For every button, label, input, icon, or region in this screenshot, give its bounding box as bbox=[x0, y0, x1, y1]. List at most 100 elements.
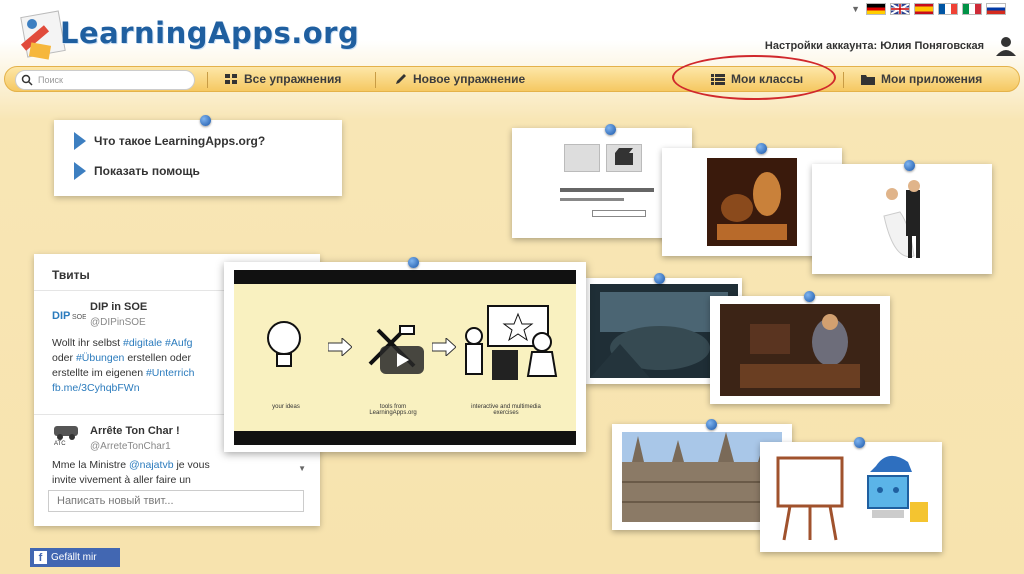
video-caption: your ideas bbox=[272, 404, 300, 410]
kids-icon bbox=[465, 305, 558, 380]
scroll-down-icon[interactable]: ▼ bbox=[298, 464, 306, 473]
tweet-text: Wollt ihr selbst #digitale #Aufg oder #Ü… bbox=[52, 336, 252, 396]
tweet-text-line: erstellen oder bbox=[124, 352, 191, 364]
flag-de-icon[interactable] bbox=[866, 3, 886, 15]
all-exercises-button[interactable]: Все упражнения bbox=[225, 72, 341, 86]
logo-text: LearningApps.org bbox=[60, 16, 360, 50]
language-selector[interactable]: ▼ bbox=[851, 3, 1006, 15]
search-icon bbox=[21, 74, 33, 86]
flag-it-icon[interactable] bbox=[962, 3, 982, 15]
tweet-link[interactable]: fb.me/3CyhqbFWn bbox=[52, 381, 252, 396]
tweet-author-name: Arrête Ton Char ! bbox=[90, 425, 180, 437]
arrow-right-icon bbox=[328, 338, 352, 356]
highlight-circle bbox=[672, 55, 836, 100]
play-button[interactable] bbox=[380, 346, 424, 374]
intro-video-player[interactable]: your ideas tools from LearningApps.org i… bbox=[224, 262, 586, 452]
video-caption: tools from LearningApps.org bbox=[369, 404, 417, 416]
tweet-text-line: Mme la Ministre bbox=[52, 459, 130, 471]
toolbar-divider bbox=[375, 72, 376, 88]
painting-thumbnail bbox=[720, 304, 880, 396]
tweet-text-line: je vous bbox=[173, 459, 210, 471]
hashtag-link[interactable]: #Übungen bbox=[76, 352, 124, 364]
play-arrow-icon bbox=[74, 132, 86, 150]
mention-link[interactable]: @najatvb bbox=[129, 459, 174, 471]
tweet-author-handle: @ArreteTonChar1 bbox=[90, 441, 171, 452]
tweet-text-line: erstellte im eigenen bbox=[52, 367, 146, 379]
tweet-author[interactable]: Arrête Ton Char ! @ArreteTonChar1 bbox=[90, 424, 180, 454]
user-icon[interactable] bbox=[994, 36, 1018, 56]
tweet-text-line: oder bbox=[52, 352, 76, 364]
image-icon bbox=[564, 144, 600, 172]
atc-avatar: ATC bbox=[54, 426, 78, 446]
tweet-text-line: Wollt ihr selbst bbox=[52, 337, 123, 349]
svg-text:SOE: SOE bbox=[72, 314, 86, 321]
main-toolbar: Поиск Все упражнения Новое упражнение Мо… bbox=[4, 66, 1020, 92]
flag-ru-icon[interactable] bbox=[986, 3, 1006, 15]
facebook-like-label: Gefällt mir bbox=[51, 552, 97, 563]
hashtag-link[interactable]: #digitale #Aufg bbox=[123, 337, 192, 349]
dancers-thumbnail bbox=[864, 176, 944, 262]
facebook-icon: f bbox=[34, 551, 47, 564]
video-screen: your ideas tools from LearningApps.org i… bbox=[234, 270, 576, 445]
search-input[interactable]: Поиск bbox=[15, 70, 195, 90]
arrow-right-icon bbox=[432, 338, 456, 356]
toolbar-divider bbox=[843, 72, 844, 88]
my-apps-button[interactable]: Мои приложения bbox=[861, 72, 982, 86]
video-letterbox bbox=[234, 270, 576, 284]
new-exercise-label: Новое упражнение bbox=[413, 72, 526, 86]
toolbar-divider bbox=[207, 72, 208, 88]
pin-icon bbox=[904, 160, 915, 171]
logo[interactable]: LearningApps.org bbox=[18, 6, 360, 64]
app-thumbnail[interactable] bbox=[710, 296, 890, 404]
show-help-link[interactable]: Показать помощь bbox=[74, 162, 200, 180]
flag-es-icon[interactable] bbox=[914, 3, 934, 15]
chevron-down-icon[interactable]: ▼ bbox=[851, 4, 860, 14]
tweet-text: Mme la Ministre @najatvb je vous invite … bbox=[52, 458, 292, 486]
cathedral-thumbnail bbox=[622, 432, 782, 522]
play-arrow-icon bbox=[74, 162, 86, 180]
video-letterbox bbox=[234, 431, 576, 445]
video-caption: interactive and multimedia exercises bbox=[471, 404, 541, 416]
svg-text:ATC: ATC bbox=[54, 441, 66, 446]
classroom-clipart-thumbnail bbox=[770, 448, 936, 548]
help-panel: Что такое LearningApps.org? Показать пом… bbox=[54, 120, 342, 196]
play-icon bbox=[397, 353, 409, 367]
what-is-link[interactable]: Что такое LearningApps.org? bbox=[74, 132, 265, 150]
grid-icon bbox=[225, 73, 237, 84]
pin-icon bbox=[200, 115, 211, 126]
tweet-author-name: DIP in SOE bbox=[90, 301, 148, 313]
pin-icon bbox=[408, 257, 419, 268]
app-thumbnail[interactable] bbox=[760, 442, 942, 552]
input-preview bbox=[592, 210, 646, 217]
progress-bar bbox=[560, 198, 624, 201]
progress-bar bbox=[560, 188, 654, 192]
hashtag-link[interactable]: #Unterrich bbox=[146, 367, 194, 379]
dip-avatar: DIP SOE bbox=[52, 310, 86, 322]
app-thumbnail[interactable] bbox=[812, 164, 992, 274]
svg-text:DIP: DIP bbox=[52, 310, 70, 322]
pin-icon bbox=[804, 291, 815, 302]
pin-icon bbox=[706, 419, 717, 430]
pencil-icon bbox=[396, 74, 406, 84]
pin-icon bbox=[605, 124, 616, 135]
pin-icon bbox=[756, 143, 767, 154]
facebook-like-button[interactable]: f Gefällt mir bbox=[30, 548, 120, 567]
lightbulb-icon bbox=[267, 321, 301, 367]
painting-thumbnail bbox=[707, 158, 797, 246]
pin-icon bbox=[654, 273, 665, 284]
folder-icon bbox=[861, 74, 875, 85]
tweets-title: Твиты bbox=[52, 268, 90, 282]
flag-en-icon[interactable] bbox=[890, 3, 910, 15]
show-help-label: Показать помощь bbox=[94, 164, 200, 178]
all-exercises-label: Все упражнения bbox=[244, 72, 342, 86]
tweet-author[interactable]: DIP in SOE @DIPinSOE bbox=[90, 300, 147, 330]
video-icon bbox=[606, 144, 642, 172]
new-tweet-input[interactable]: Написать новый твит... bbox=[48, 490, 304, 512]
tweet-author-handle: @DIPinSOE bbox=[90, 317, 146, 328]
new-exercise-button[interactable]: Новое упражнение bbox=[395, 72, 525, 86]
what-is-label: Что такое LearningApps.org? bbox=[94, 134, 266, 148]
flag-fr-icon[interactable] bbox=[938, 3, 958, 15]
my-apps-label: Мои приложения bbox=[881, 72, 983, 86]
account-settings-link[interactable]: Настройки аккаунта: Юлия Поняговская bbox=[765, 40, 984, 52]
pin-icon bbox=[854, 437, 865, 448]
